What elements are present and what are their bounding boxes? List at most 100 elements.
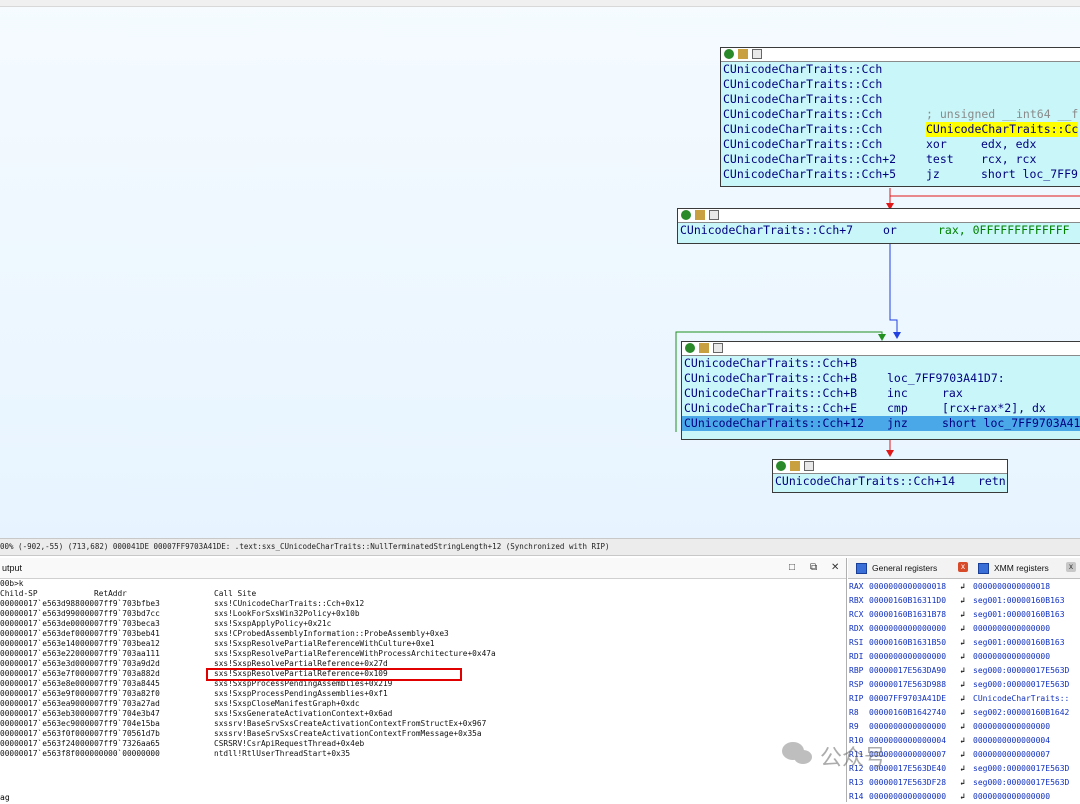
table-row[interactable]: 00000017`e563ea90 00007ff9`703a27ad sxs!Sx…: [0, 699, 846, 709]
register-row[interactable]: RBX 00000160B16311D0 ↲ seg001:00000160B163: [848, 594, 1080, 608]
register-row[interactable]: RIP 00007FF9703A41DE ↲ CUnicodeCharTraits::: [848, 692, 1080, 706]
register-row[interactable]: RDI 0000000000000000 ↲ 0000000000000000: [848, 650, 1080, 664]
register-row[interactable]: R8 00000160B1642740 ↲ seg002:00000160B1642: [848, 706, 1080, 720]
register-ref: 0000000000000000: [973, 624, 1051, 633]
register-row[interactable]: RAX 0000000000000018 ↲ 0000000000000018: [848, 580, 1080, 594]
color-icon[interactable]: [685, 343, 695, 353]
table-row[interactable]: 00000017`e563f0f0 00007ff9`70561d7b sxssrv…: [0, 729, 846, 739]
line-label: CUnicodeCharTraits::Cch+5: [723, 167, 897, 181]
code-line[interactable]: CUnicodeCharTraits::Cch+2 test rcx, rcx: [721, 152, 1080, 167]
jump-arrow-icon[interactable]: ↲: [960, 678, 965, 692]
jump-arrow-icon[interactable]: ↲: [960, 664, 965, 678]
retaddr-cell: 00007ff9`703a82f0: [80, 689, 160, 698]
register-row[interactable]: RSP 00000017E563D988 ↲ seg000:00000017E563D: [848, 678, 1080, 692]
color-icon[interactable]: [724, 49, 734, 59]
register-ref: seg001:00000160B163: [973, 596, 1065, 605]
graph-icon[interactable]: [752, 49, 762, 59]
code-line[interactable]: CUnicodeCharTraits::Cch: [721, 92, 1080, 107]
code-line[interactable]: CUnicodeCharTraits::Cch: [721, 62, 1080, 77]
table-row[interactable]: 00000017`e563e220 00007ff9`703aa111 sxs!Sx…: [0, 649, 846, 659]
code-line[interactable]: CUnicodeCharTraits::Cch: [721, 77, 1080, 92]
register-row[interactable]: RCX 00000160B1631B78 ↲ seg001:00000160B163: [848, 608, 1080, 622]
register-value: 0000000000000018: [869, 582, 947, 591]
code-line[interactable]: CUnicodeCharTraits::Cch+B loc_7FF9703A41D…: [682, 371, 1080, 386]
table-row[interactable]: 00000017`e563def0 00007ff9`703beb41 sxs!CP…: [0, 629, 846, 639]
child-sp-cell: 00000017`e563f8f0: [0, 749, 80, 758]
code-line[interactable]: CUnicodeCharTraits::Cch+14 retn: [773, 474, 1007, 489]
table-row[interactable]: 00000017`e563eb30 00007ff9`704e3b47 sxs!Sx…: [0, 709, 846, 719]
rename-icon[interactable]: [695, 210, 705, 220]
close-icon[interactable]: ✕: [831, 558, 839, 578]
code-block-entry[interactable]: CUnicodeCharTraits::Cch CUnicodeCharTrait…: [720, 47, 1080, 187]
register-row[interactable]: RBP 00000017E563DA90 ↲ seg000:00000017E563D: [848, 664, 1080, 678]
code-block-retn[interactable]: CUnicodeCharTraits::Cch+14 retn: [772, 459, 1008, 493]
color-icon[interactable]: [776, 461, 786, 471]
table-row[interactable]: 00000017`e563ec90 00007ff9`704e15ba sxssrv…: [0, 719, 846, 729]
code-line[interactable]: CUnicodeCharTraits::Cch CUnicodeCharTrait…: [721, 122, 1080, 137]
child-sp-cell: 00000017`e563f0f0: [0, 729, 80, 738]
register-row[interactable]: RDX 0000000000000000 ↲ 0000000000000000: [848, 622, 1080, 636]
tab-general-registers[interactable]: General registers x: [850, 560, 992, 576]
register-row[interactable]: R9 0000000000000000 ↲ 0000000000000000: [848, 720, 1080, 734]
table-row[interactable]: 00000017`e563f8f0 00000000`00000000 ntdll!…: [0, 749, 846, 759]
table-row[interactable]: 00000017`e563d990 00007ff9`703bd7cc sxs!Lo…: [0, 609, 846, 619]
table-row[interactable]: 00000017`e563de00 00007ff9`703beca3 sxs!Sx…: [0, 619, 846, 629]
line-instr: retn: [978, 474, 1006, 488]
restore-icon[interactable]: □: [789, 558, 795, 578]
jump-arrow-icon[interactable]: ↲: [960, 720, 965, 734]
retaddr-cell: 00007ff9`704e3b47: [80, 709, 160, 718]
code-block-loop[interactable]: CUnicodeCharTraits::Cch+B CUnicodeCharTra…: [681, 341, 1080, 440]
graph-icon[interactable]: [713, 343, 723, 353]
jump-arrow-icon[interactable]: ↲: [960, 650, 965, 664]
graph-icon[interactable]: [804, 461, 814, 471]
jump-arrow-icon[interactable]: ↲: [960, 622, 965, 636]
code-line[interactable]: CUnicodeCharTraits::Cch+B inc rax: [682, 386, 1080, 401]
call-site-cell: CSRSRV!CsrApiRequestThread+0x4eb: [214, 739, 365, 748]
jump-arrow-icon[interactable]: ↲: [960, 706, 965, 720]
call-site-cell: sxs!CProbedAssemblyInformation::ProbeAss…: [214, 629, 449, 638]
output-footer: ag: [0, 793, 10, 802]
status-bar: 00% (-902,-55) (713,682) 000041DE 00007F…: [0, 538, 1080, 556]
call-stack-table[interactable]: 00b>k Child-SP RetAddr Call Site 0000001…: [0, 579, 846, 759]
register-value: 00000017E563DA90: [869, 666, 947, 675]
table-row[interactable]: 00000017`e563f240 00007ff9`7326aa65 CSRSRV…: [0, 739, 846, 749]
register-name: RAX: [849, 582, 864, 591]
line-label: CUnicodeCharTraits::Cch+14: [775, 474, 956, 488]
jump-arrow-icon[interactable]: ↲: [960, 580, 965, 594]
output-panel[interactable]: utput □ ⧉ ✕ 00b>k Child-SP RetAddr Call …: [0, 558, 847, 802]
table-row[interactable]: 00000017`e563d988 00007ff9`703bfbe3 sxs!CU…: [0, 599, 846, 609]
rename-icon[interactable]: [738, 49, 748, 59]
close-icon[interactable]: x: [958, 562, 968, 572]
jump-arrow-icon[interactable]: ↲: [960, 692, 965, 706]
graph-icon[interactable]: [709, 210, 719, 220]
line-instr: CUnicodeCharTraits::Cc: [926, 122, 1079, 137]
tab-xmm-registers[interactable]: XMM registers x: [972, 560, 1080, 576]
graph-view[interactable]: CUnicodeCharTraits::Cch CUnicodeCharTrait…: [0, 0, 1080, 538]
code-line[interactable]: CUnicodeCharTraits::Cch+B: [682, 356, 1080, 371]
code-line[interactable]: CUnicodeCharTraits::Cch+7 or rax, 0FFFFF…: [678, 223, 1080, 238]
code-line[interactable]: CUnicodeCharTraits::Cch+E cmp [rcx+rax*2],…: [682, 401, 1080, 416]
rename-icon[interactable]: [790, 461, 800, 471]
table-row[interactable]: 00000017`e563e140 00007ff9`703bea12 sxs!Sx…: [0, 639, 846, 649]
code-line[interactable]: CUnicodeCharTraits::Cch+5 jz short loc_7FF…: [721, 167, 1080, 182]
table-row[interactable]: 00000017`e563e9f0 00007ff9`703a82f0 sxs!Sx…: [0, 689, 846, 699]
jump-arrow-icon[interactable]: ↲: [960, 594, 965, 608]
line-label: CUnicodeCharTraits::Cch+E: [684, 401, 858, 415]
call-site-cell: sxs!SxspApplyPolicy+0x21c: [214, 619, 332, 628]
jump-arrow-icon[interactable]: ↲: [960, 636, 965, 650]
code-line[interactable]: CUnicodeCharTraits::Cch+12 jnz short loc_7…: [682, 416, 1080, 431]
code-line[interactable]: CUnicodeCharTraits::Cch xor edx, edx: [721, 137, 1080, 152]
close-icon[interactable]: x: [1066, 562, 1076, 572]
register-row[interactable]: RSI 00000160B1631B50 ↲ seg001:00000160B163: [848, 636, 1080, 650]
call-site-cell: sxs!SxspCloseManifestGraph+0xdc: [214, 699, 360, 708]
float-icon[interactable]: ⧉: [810, 558, 817, 578]
jump-arrow-icon[interactable]: ↲: [960, 608, 965, 622]
rename-icon[interactable]: [699, 343, 709, 353]
line-label: CUnicodeCharTraits::Cch: [723, 137, 883, 151]
code-line[interactable]: CUnicodeCharTraits::Cch ; unsigned __int6…: [721, 107, 1080, 122]
code-block-or[interactable]: CUnicodeCharTraits::Cch+7 or rax, 0FFFFF…: [677, 208, 1080, 244]
color-icon[interactable]: [681, 210, 691, 220]
output-title: utput: [2, 563, 23, 573]
block-header: [678, 209, 1080, 223]
line-operands: rax, 0FFFFFFFFFFFFF: [938, 223, 1070, 237]
